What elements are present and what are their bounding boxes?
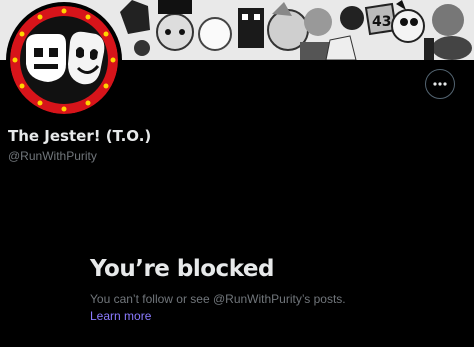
profile-display-name: The Jester! (T.O.) <box>8 127 152 145</box>
more-options-button[interactable] <box>425 69 455 99</box>
blocked-message: You can’t follow or see @RunWithPurity’s… <box>90 292 346 306</box>
jester-masks-avatar-icon <box>10 6 118 114</box>
avatar[interactable] <box>10 6 118 114</box>
more-horizontal-icon <box>433 82 447 86</box>
profile-handle: @RunWithPurity <box>8 149 97 163</box>
learn-more-link[interactable]: Learn more <box>90 309 151 323</box>
blocked-title: You’re blocked <box>90 256 274 282</box>
banner-badge-text: 43 <box>372 14 391 30</box>
avatar-frame[interactable] <box>6 2 122 118</box>
